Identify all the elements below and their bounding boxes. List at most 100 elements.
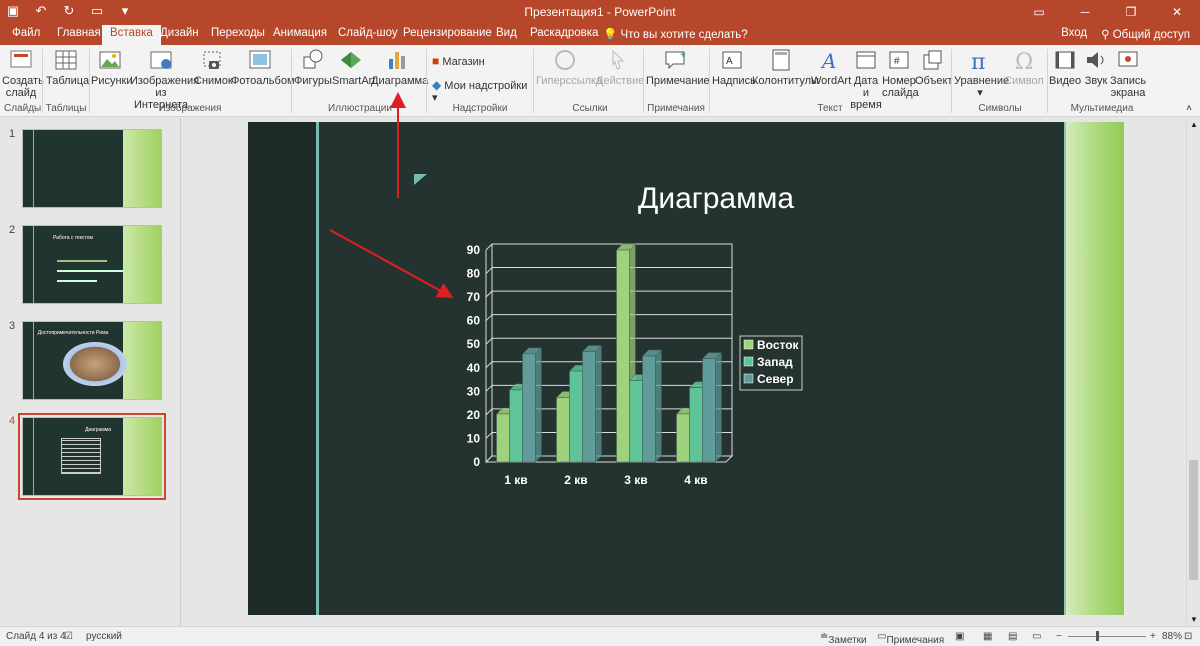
comment-button[interactable]: + Примечание (646, 47, 710, 87)
bar (642, 355, 656, 463)
y-tick-label: 20 (467, 408, 481, 422)
textbox-icon: A (722, 51, 742, 69)
symbol-button[interactable]: Ω Символ (1004, 47, 1044, 87)
screen-recording-button[interactable]: Запись экрана (1110, 47, 1146, 99)
comment-icon: + (665, 50, 686, 70)
y-tick-label: 90 (467, 243, 481, 257)
spellcheck-icon[interactable]: ☑ (64, 631, 73, 642)
thumbnail-number: 2 (9, 224, 16, 236)
green-decoration (1066, 122, 1124, 615)
store-label: Магазин (442, 56, 485, 68)
gridline-edge (485, 337, 493, 345)
y-tick-label: 80 (467, 267, 481, 281)
ribbon-options-icon[interactable]: ▭ (1016, 0, 1062, 24)
y-tick-label: 10 (467, 431, 481, 445)
tab-insert[interactable]: Вставка (102, 25, 161, 45)
tab-slideshow[interactable]: Слайд-шоу (338, 27, 398, 39)
sign-in-link[interactable]: Вход (1061, 27, 1087, 41)
vertical-scrollbar[interactable]: ▲ ▼ (1186, 118, 1200, 626)
bar-side (655, 349, 662, 463)
slide-sorter-icon[interactable]: ▦ (983, 631, 992, 642)
gridline-edge (485, 243, 493, 251)
slide-title[interactable]: Диаграмма (638, 182, 794, 216)
tell-me-search[interactable]: 💡 Что вы хотите сделать? (603, 27, 748, 41)
tab-storyboard[interactable]: Раскадровка (530, 27, 598, 39)
slide-number-button[interactable]: # Номер слайда (882, 47, 919, 99)
notes-label: Заметки (828, 635, 867, 646)
zoom-out-button[interactable]: − (1056, 631, 1062, 642)
screenshot-button[interactable]: Снимок (194, 47, 233, 87)
group-links: Ссылки (572, 103, 608, 114)
date-time-button[interactable]: Дата и время (850, 47, 882, 111)
pictures-icon (99, 51, 121, 69)
audio-button[interactable]: Звук (1082, 47, 1110, 87)
slide-thumbnail-3[interactable]: Достопримечательности Рима (22, 321, 162, 400)
tab-file[interactable]: Файл (12, 27, 40, 39)
slide-thumbnail-4[interactable]: Диаграмма (18, 413, 166, 500)
fit-to-window-icon[interactable]: ⊡ (1184, 631, 1192, 642)
comments-button[interactable]: ▭ Примечания (877, 631, 944, 646)
tab-design[interactable]: Дизайн (160, 27, 199, 39)
svg-text:Ω: Ω (1015, 50, 1033, 73)
lightbulb-icon: 💡 (603, 29, 618, 41)
gridline-edge (485, 432, 493, 439)
object-button[interactable]: Объект (915, 47, 952, 87)
bar (522, 353, 536, 463)
my-addins-button[interactable]: ◆ Мои надстройки ▾ (432, 79, 532, 104)
language-indicator[interactable]: русский (86, 631, 122, 642)
minimize-button[interactable]: ─ (1062, 0, 1108, 24)
hyperlink-button[interactable]: Гиперссылка (536, 47, 602, 87)
reading-view-icon[interactable]: ▤ (1008, 631, 1017, 642)
group-images: Изображения (158, 103, 222, 114)
screenshot-icon (203, 51, 221, 69)
normal-view-icon[interactable]: ▣ (955, 631, 964, 642)
store-button[interactable]: ■ Магазин (432, 55, 512, 68)
photo-album-button[interactable]: Фотоальбом (231, 47, 295, 87)
y-tick-label: 40 (467, 361, 481, 375)
tab-review[interactable]: Рецензирование (403, 27, 492, 39)
online-pictures-button[interactable]: Изображения из Интернета (130, 47, 199, 111)
scroll-thumb[interactable] (1189, 460, 1198, 580)
slide-thumbnails-pane: 1 2 Работа с текстом 3 Достопримечательн… (0, 118, 181, 626)
zoom-slider-thumb[interactable] (1096, 631, 1099, 641)
smartart-button[interactable]: SmartArt (332, 47, 375, 87)
slide-thumbnail-2[interactable]: Работа с текстом (22, 225, 162, 304)
shapes-button[interactable]: Фигуры (294, 47, 332, 87)
tab-home[interactable]: Главная (57, 27, 101, 39)
pictures-button[interactable]: Рисунки (91, 47, 133, 87)
tab-transitions[interactable]: Переходы (211, 27, 265, 39)
chart[interactable]: 0 10 20 30 40 50 60 70 80 90 1 кв 2 кв 3 кв 4 кв Восто… (444, 240, 804, 500)
slide-thumbnail-1[interactable] (22, 129, 162, 208)
slide[interactable]: Диаграмма 0 10 20 30 40 50 60 70 80 90 1 кв 2 кв 3 к… (248, 122, 1124, 615)
bar (556, 397, 570, 463)
notes-button[interactable]: ≐ Заметки (820, 631, 867, 646)
scroll-up-icon[interactable]: ▲ (1190, 120, 1198, 129)
close-button[interactable]: ✕ (1154, 0, 1200, 24)
tab-view[interactable]: Вид (496, 27, 517, 39)
video-button[interactable]: Видео (1049, 47, 1081, 87)
equation-button[interactable]: π Уравнение ▾ (954, 47, 1009, 99)
action-button[interactable]: Действие (596, 47, 644, 87)
my-addins-label: Мои надстройки (444, 80, 528, 92)
table-button[interactable]: Таблица (46, 47, 89, 87)
zoom-level[interactable]: 88% (1162, 631, 1182, 642)
bar (569, 370, 583, 463)
comments-label: Примечания (886, 635, 945, 646)
zoom-in-button[interactable]: + (1150, 631, 1156, 642)
header-footer-button[interactable]: Колонтитулы (752, 47, 819, 87)
collapse-ribbon-icon[interactable]: ˄ (1186, 103, 1192, 114)
new-slide-button[interactable]: Создать слайд (2, 47, 44, 99)
scroll-down-icon[interactable]: ▼ (1190, 615, 1198, 624)
slideshow-view-icon[interactable]: ▭ (1032, 631, 1041, 642)
textbox-button[interactable]: A Надпись (712, 47, 756, 87)
group-media: Мультимедиа (1070, 103, 1134, 114)
zoom-slider[interactable] (1068, 636, 1146, 637)
share-button[interactable]: ⚲ Общий доступ (1101, 27, 1190, 41)
maximize-button[interactable]: ❐ (1108, 0, 1154, 24)
wordart-button[interactable]: A WordArt (811, 47, 851, 87)
chart-button[interactable]: Диаграмма (371, 47, 428, 87)
tab-animation[interactable]: Анимация (273, 27, 327, 39)
y-tick-label: 50 (467, 337, 481, 351)
status-bar: Слайд 4 из 4 ☑ русский ≐ Заметки ▭ Приме… (0, 626, 1200, 646)
y-tick-label: 0 (473, 455, 480, 469)
